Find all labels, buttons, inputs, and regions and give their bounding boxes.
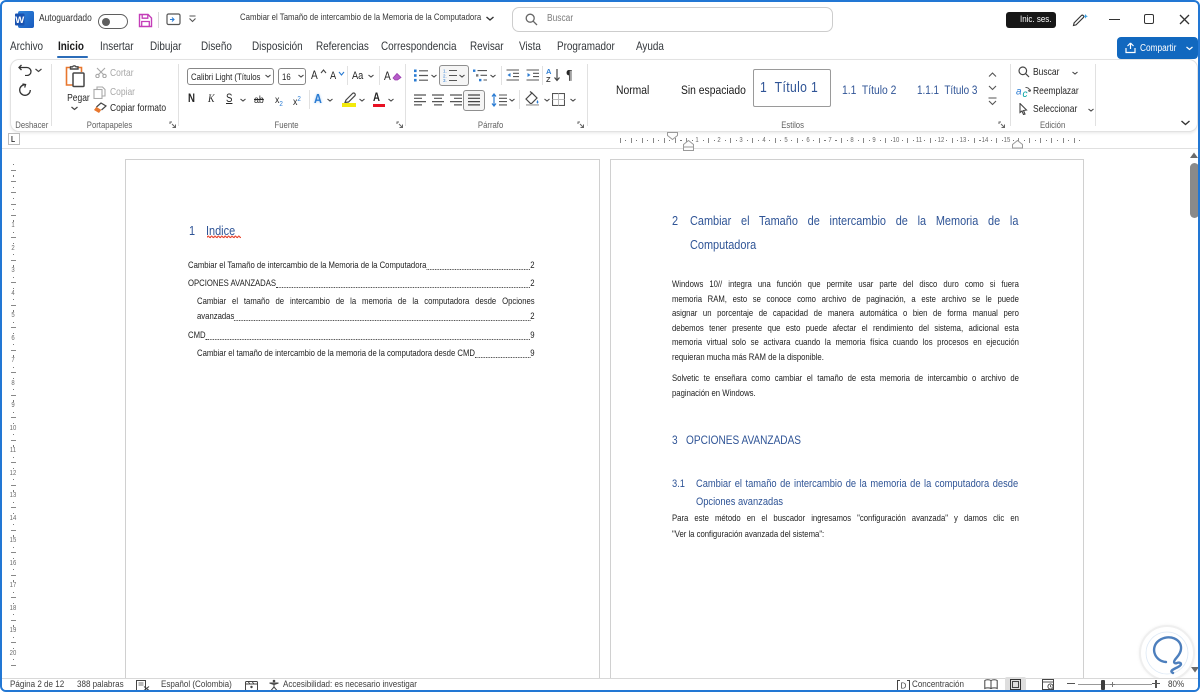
svg-text:Z: Z [546, 75, 551, 83]
svg-text:W: W [15, 15, 24, 26]
svg-text:3.: 3. [443, 78, 447, 82]
svg-text:a: a [1016, 87, 1022, 98]
svg-text:c: c [1023, 89, 1028, 97]
svg-text:D: D [901, 681, 907, 690]
